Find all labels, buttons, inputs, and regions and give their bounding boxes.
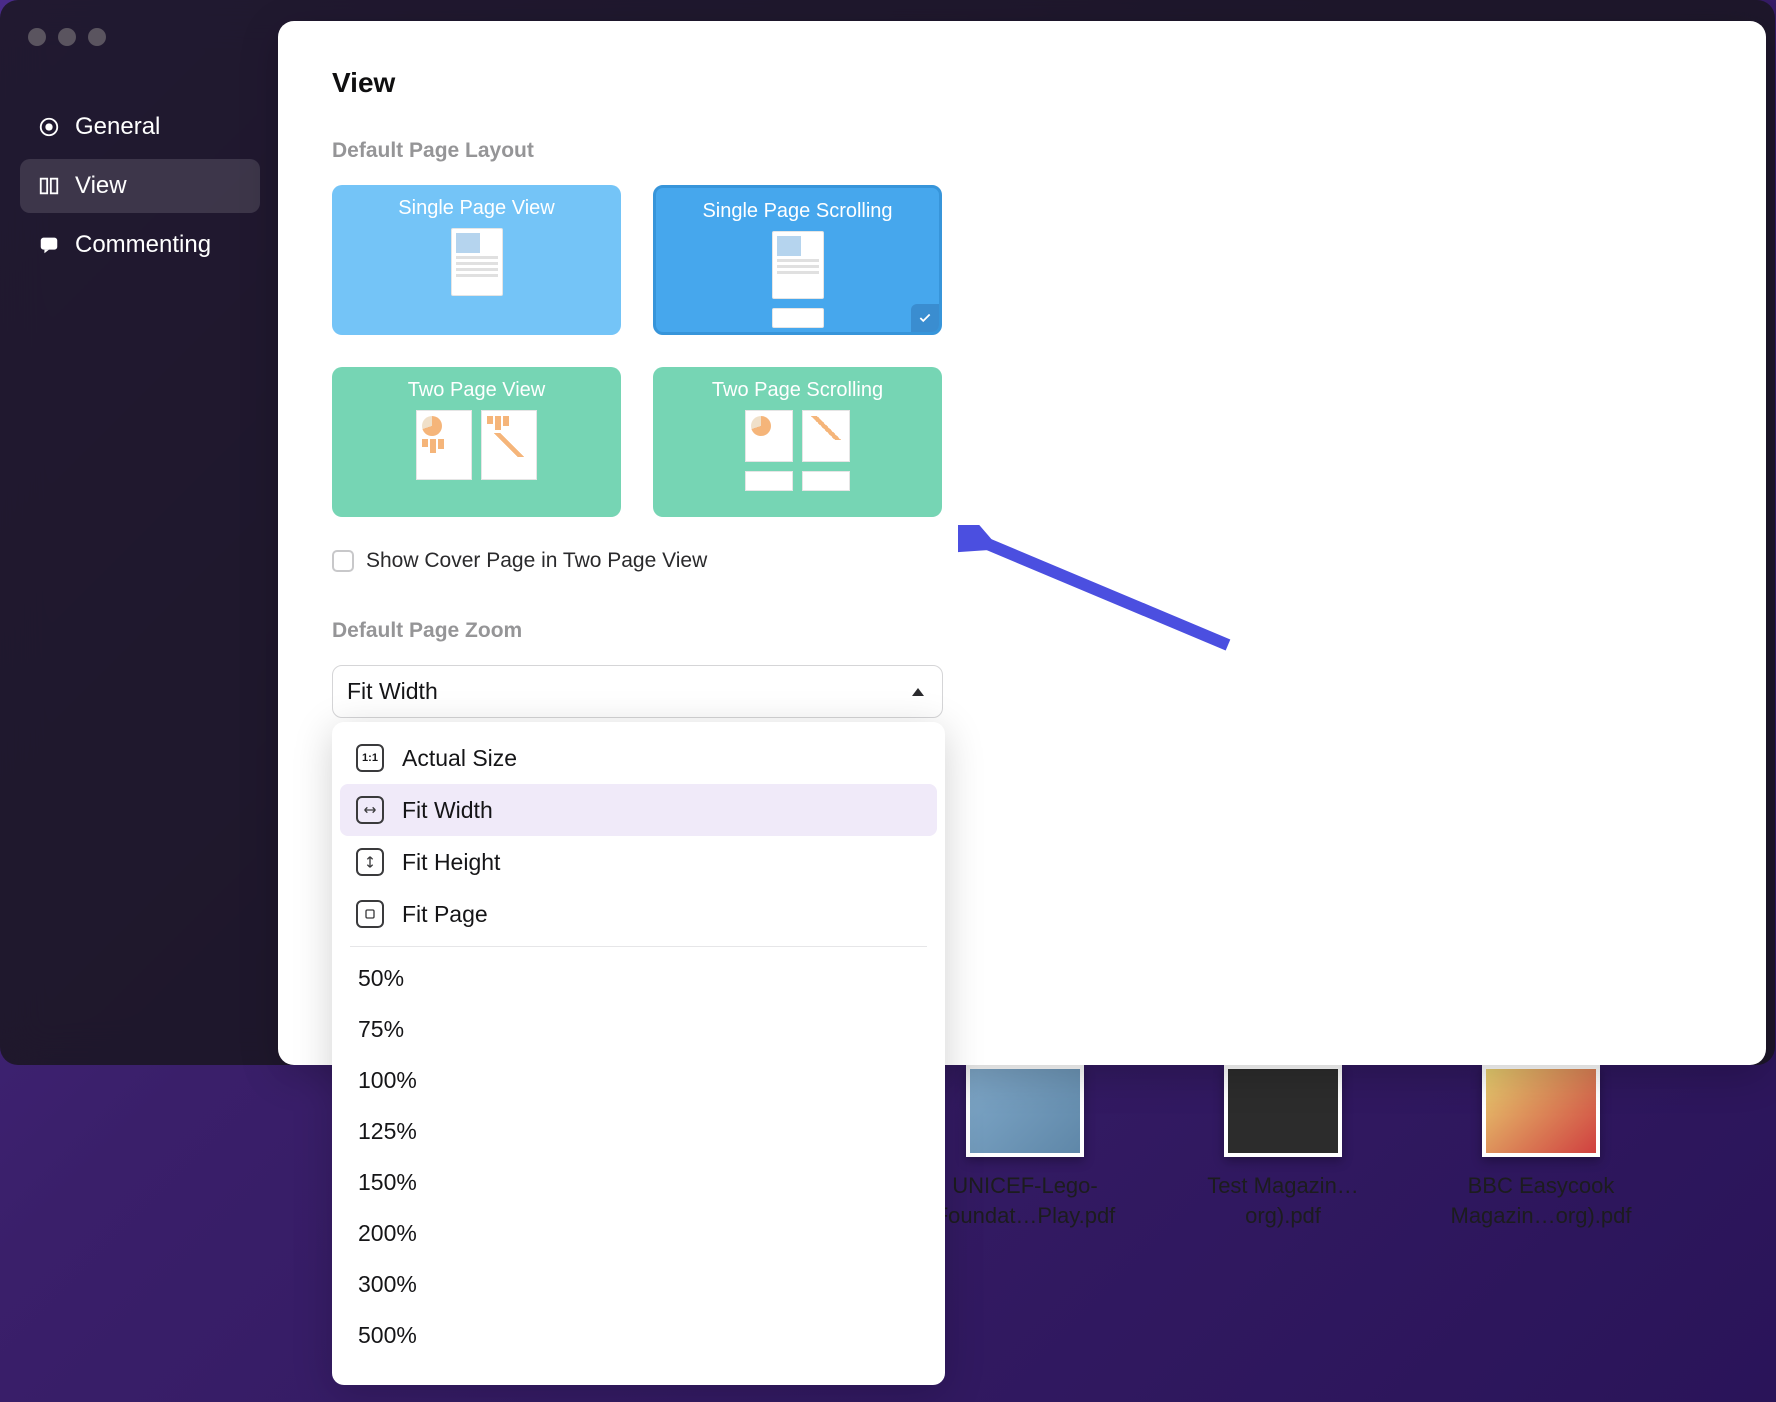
pages-icon bbox=[38, 175, 60, 197]
cover-page-checkbox[interactable] bbox=[332, 550, 354, 572]
zoom-option-label: 500% bbox=[358, 1322, 417, 1348]
file-thumbnail bbox=[1482, 1065, 1600, 1157]
zoom-option-label: 75% bbox=[358, 1016, 404, 1042]
close-button[interactable] bbox=[28, 28, 46, 46]
fit-width-icon bbox=[356, 796, 384, 824]
zoom-option-label: Fit Height bbox=[402, 849, 500, 876]
layout-option-two-page[interactable]: Two Page View bbox=[332, 367, 621, 517]
file-name: Test Magazin…org).pdf bbox=[1178, 1171, 1388, 1230]
fit-height-icon bbox=[356, 848, 384, 876]
cover-page-option: Show Cover Page in Two Page View bbox=[332, 549, 1712, 573]
sidebar-item-commenting[interactable]: Commenting bbox=[20, 218, 260, 272]
zoom-option-500[interactable]: 500% bbox=[340, 1310, 937, 1361]
zoom-option-300[interactable]: 300% bbox=[340, 1259, 937, 1310]
zoom-select-value: Fit Width bbox=[347, 678, 438, 705]
zoom-option-50[interactable]: 50% bbox=[340, 953, 937, 1004]
zoom-option-label: Actual Size bbox=[402, 745, 517, 772]
minimize-button[interactable] bbox=[58, 28, 76, 46]
desktop-file[interactable]: Test Magazin…org).pdf bbox=[1178, 1065, 1388, 1230]
zoom-select[interactable]: Fit Width 1:1 Actual Size Fit Width bbox=[332, 665, 943, 718]
sidebar-item-general[interactable]: General bbox=[20, 100, 260, 154]
sidebar-item-label: Commenting bbox=[75, 231, 211, 259]
sidebar-item-view[interactable]: View bbox=[20, 159, 260, 213]
layout-options: Single Page View Single Page Scrolling T… bbox=[332, 185, 1712, 517]
zoom-option-fit-height[interactable]: Fit Height bbox=[340, 836, 937, 888]
window-controls bbox=[28, 28, 106, 46]
layout-option-label: Single Page View bbox=[398, 197, 554, 220]
panel-title: View bbox=[332, 67, 1712, 99]
file-thumbnail bbox=[1224, 1065, 1342, 1157]
zoom-option-100[interactable]: 100% bbox=[340, 1055, 937, 1106]
zoom-option-150[interactable]: 150% bbox=[340, 1157, 937, 1208]
preferences-sidebar: General View Commenting bbox=[20, 100, 260, 277]
zoom-option-fit-page[interactable]: Fit Page bbox=[340, 888, 937, 940]
zoom-option-actual-size[interactable]: 1:1 Actual Size bbox=[340, 732, 937, 784]
file-name: UNICEF-Lego-Foundat…Play.pdf bbox=[920, 1171, 1130, 1230]
desktop-file[interactable]: UNICEF-Lego-Foundat…Play.pdf bbox=[920, 1065, 1130, 1230]
layout-option-label: Two Page View bbox=[408, 379, 546, 402]
desktop-file-row: b UNICEF-Lego-Foundat…Play.pdf Test Maga… bbox=[920, 1065, 1646, 1230]
layout-thumb bbox=[745, 410, 850, 491]
zoom-option-label: 150% bbox=[358, 1169, 417, 1195]
file-thumbnail bbox=[966, 1065, 1084, 1157]
layout-thumb bbox=[451, 228, 503, 296]
zoom-option-label: Fit Page bbox=[402, 901, 488, 928]
zoom-option-75[interactable]: 75% bbox=[340, 1004, 937, 1055]
comment-icon bbox=[38, 234, 60, 256]
layout-option-label: Two Page Scrolling bbox=[712, 379, 883, 402]
file-name: BBC Easycook Magazin…org).pdf bbox=[1436, 1171, 1646, 1230]
layout-thumb bbox=[772, 231, 824, 328]
layout-thumb bbox=[416, 410, 537, 480]
actual-size-icon: 1:1 bbox=[356, 744, 384, 772]
preferences-window: General View Commenting View Default Pag… bbox=[0, 0, 1775, 1065]
section-label-zoom: Default Page Zoom bbox=[332, 619, 1712, 643]
layout-option-label: Single Page Scrolling bbox=[702, 200, 892, 223]
zoom-option-label: 125% bbox=[358, 1118, 417, 1144]
zoom-dropdown: 1:1 Actual Size Fit Width Fit Height bbox=[332, 722, 945, 1385]
selected-check-icon bbox=[911, 304, 939, 332]
cover-page-label: Show Cover Page in Two Page View bbox=[366, 549, 707, 573]
view-panel: View Default Page Layout Single Page Vie… bbox=[278, 21, 1766, 1065]
zoom-option-200[interactable]: 200% bbox=[340, 1208, 937, 1259]
sidebar-item-label: View bbox=[75, 172, 127, 200]
layout-option-single-page[interactable]: Single Page View bbox=[332, 185, 621, 335]
zoom-option-fit-width[interactable]: Fit Width bbox=[340, 784, 937, 836]
zoom-option-label: 50% bbox=[358, 965, 404, 991]
zoom-option-label: Fit Width bbox=[402, 797, 493, 824]
section-label-layout: Default Page Layout bbox=[332, 139, 1712, 163]
layout-option-two-scrolling[interactable]: Two Page Scrolling bbox=[653, 367, 942, 517]
radio-icon bbox=[38, 116, 60, 138]
zoom-option-label: 100% bbox=[358, 1067, 417, 1093]
dropdown-separator bbox=[350, 946, 927, 947]
zoom-button[interactable] bbox=[88, 28, 106, 46]
fit-page-icon bbox=[356, 900, 384, 928]
sidebar-item-label: General bbox=[75, 113, 160, 141]
zoom-option-125[interactable]: 125% bbox=[340, 1106, 937, 1157]
zoom-option-label: 300% bbox=[358, 1271, 417, 1297]
chevron-up-icon bbox=[912, 688, 924, 696]
layout-option-single-scrolling[interactable]: Single Page Scrolling bbox=[653, 185, 942, 335]
desktop-file[interactable]: BBC Easycook Magazin…org).pdf bbox=[1436, 1065, 1646, 1230]
zoom-option-label: 200% bbox=[358, 1220, 417, 1246]
